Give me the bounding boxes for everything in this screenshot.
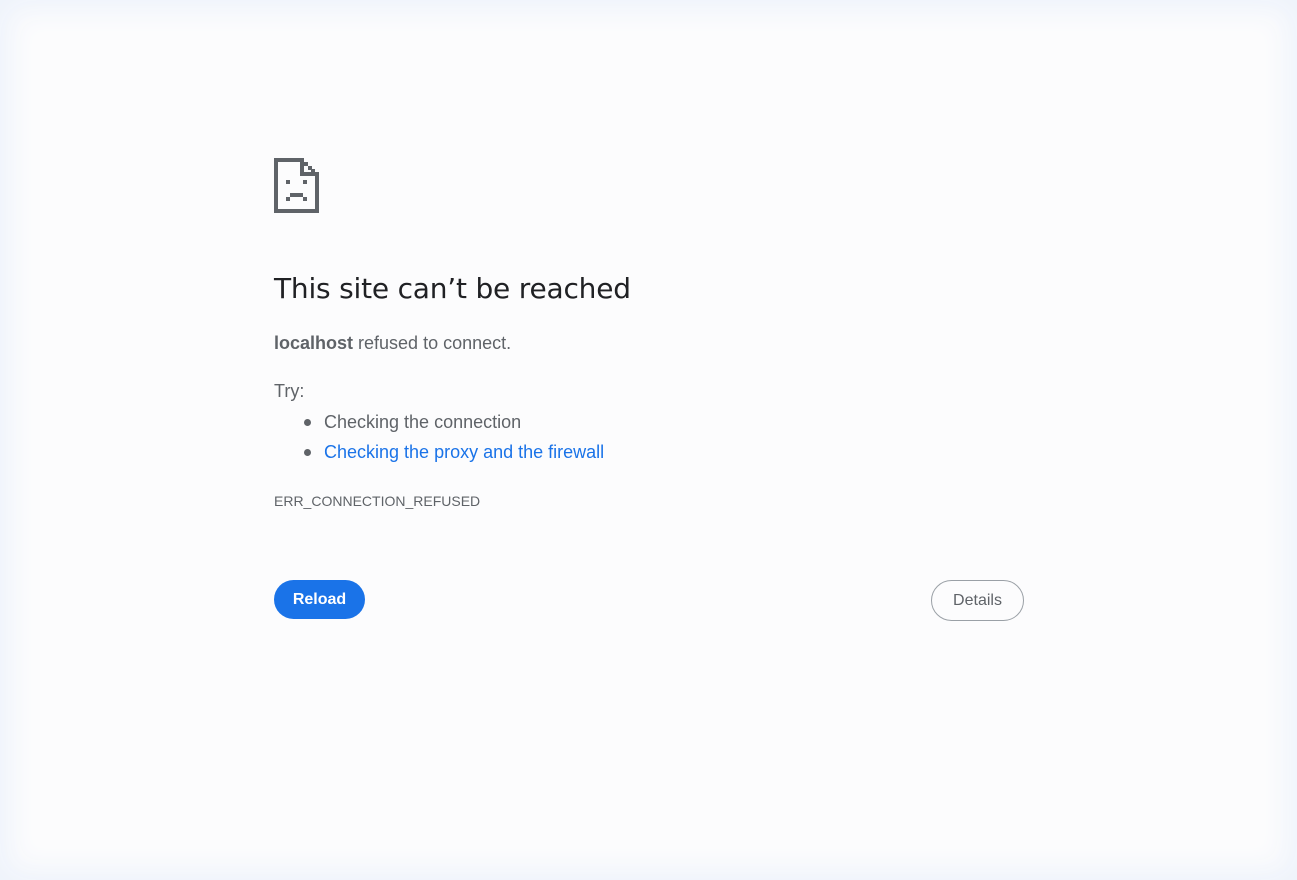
bullet-icon [304,419,311,426]
suggestion-item: Checking the proxy and the firewall [304,440,604,470]
reload-button[interactable]: Reload [274,580,365,619]
browser-viewport: This site can’t be reached localhost ref… [0,0,1297,880]
try-label: Try: [274,381,305,401]
suggestions-list: Checking the connection Checking the pro… [274,410,604,470]
error-code: ERR_CONNECTION_REFUSED [274,493,481,509]
sad-page-icon [274,158,319,213]
error-page: This site can’t be reached localhost ref… [274,158,1024,621]
suggestion-proxy-firewall-link[interactable]: Checking the proxy and the firewall [324,442,604,462]
suggestion-check-connection: Checking the connection [324,412,522,432]
error-message: refused to connect. [358,333,512,353]
error-host: localhost [274,333,354,353]
suggestion-item: Checking the connection [304,410,604,440]
page-title: This site can’t be reached [274,272,631,305]
bullet-icon [304,449,311,456]
details-button[interactable]: Details [931,580,1024,621]
error-summary: localhost refused to connect. [274,333,511,354]
